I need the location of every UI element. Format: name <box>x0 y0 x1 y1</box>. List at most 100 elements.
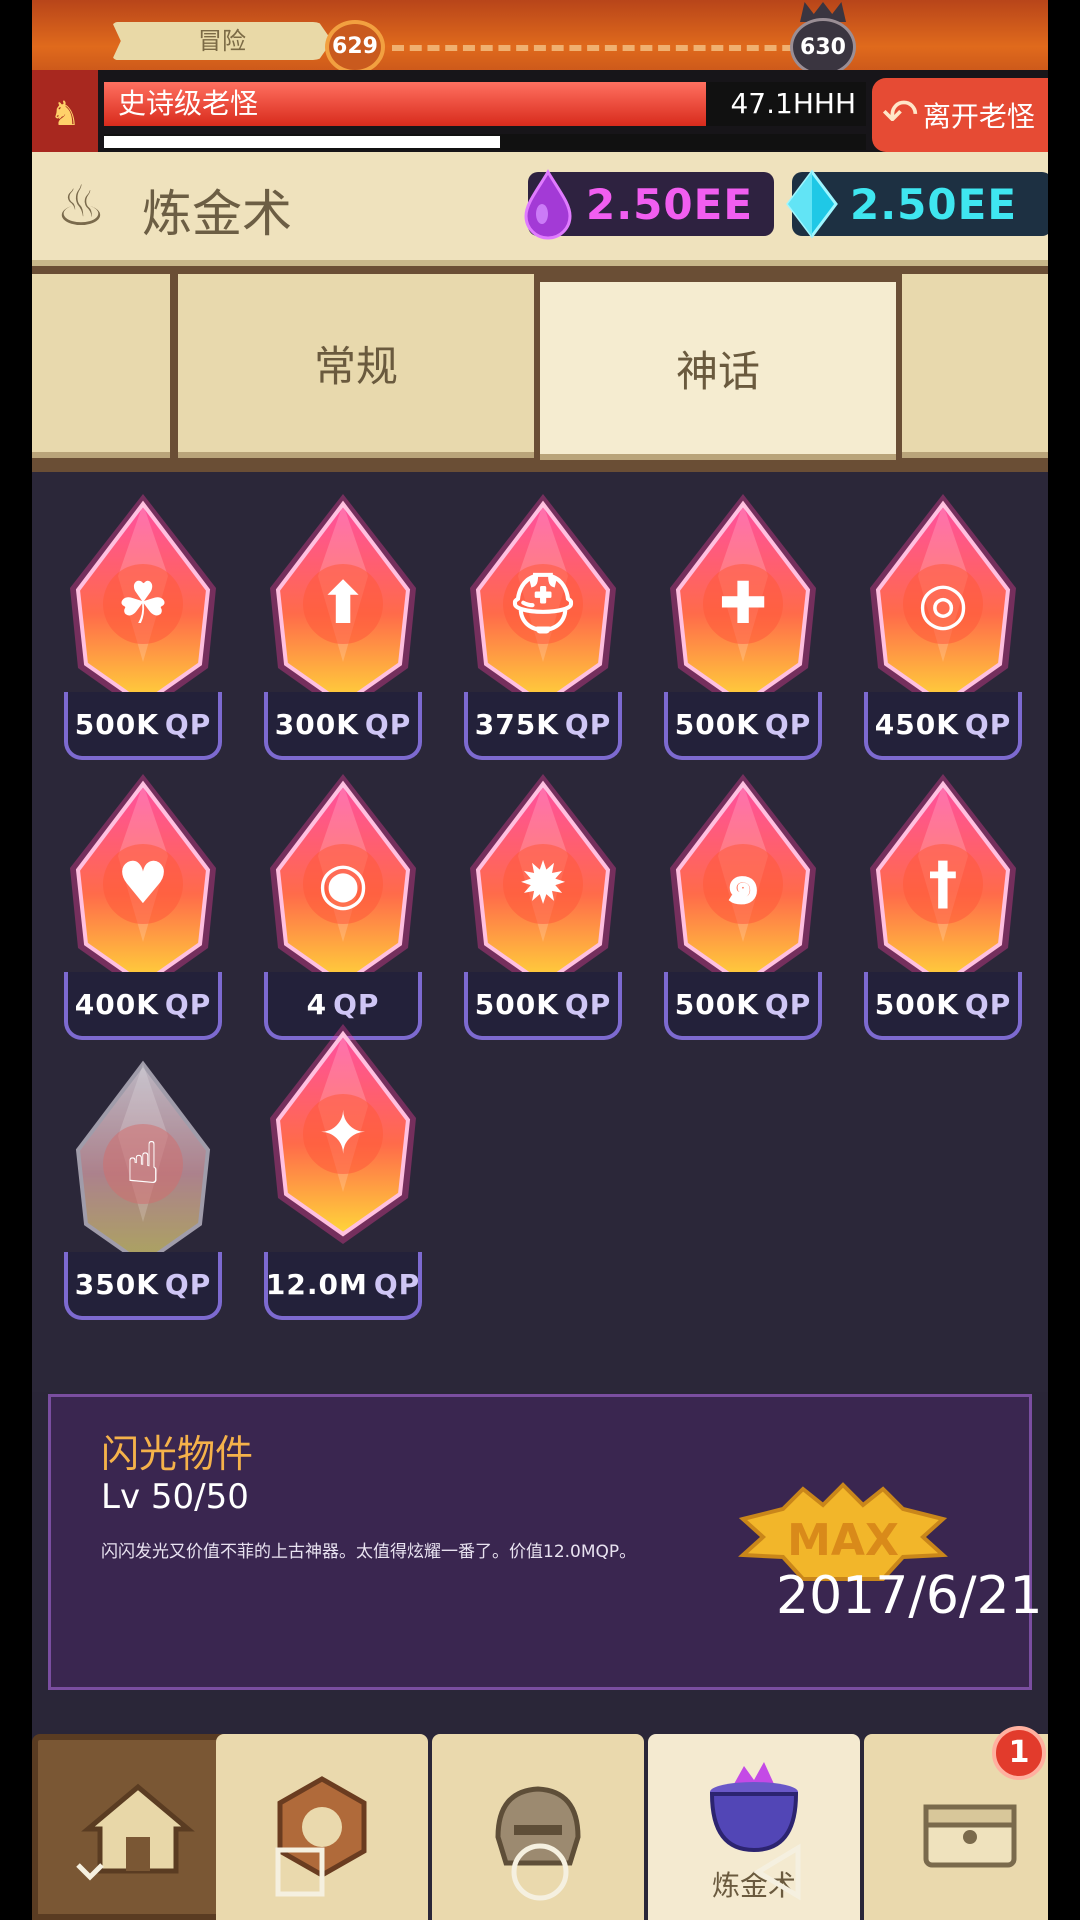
boss-stage-badge: 630 <box>790 18 856 76</box>
boss-avatar: ♞ <box>32 70 98 158</box>
price-value: 500K <box>674 987 759 1021</box>
page-header: ♨ 炼金术 2.50EE 2.50EE <box>32 152 1048 266</box>
tab-right-stub[interactable] <box>902 274 1048 458</box>
cyan-currency-amount: 2.50EE <box>850 179 1018 229</box>
artifact-grid: ☘ 500K QP ⬆ 300K QP ⛑ 375K QP ✚ 500K QP ◎ 450K QP ♥ 400K… <box>32 472 1048 1392</box>
price-unit: QP <box>164 1267 212 1301</box>
boss-timer-fill <box>104 136 501 148</box>
boss-hp-value: 47.1HHH <box>730 87 856 120</box>
nav-heroes[interactable] <box>216 1734 428 1920</box>
helmet-icon: ⛑ <box>506 569 580 637</box>
max-badge-text: MAX <box>787 1515 899 1566</box>
boss-timer-bar <box>104 134 866 150</box>
cyan-currency: 2.50EE <box>786 169 1048 239</box>
up-arrow-icon: ⬆ <box>318 569 368 637</box>
purple-drop-icon <box>524 169 572 240</box>
chest-icon <box>923 1804 1017 1868</box>
artifact-price: 375K QP <box>464 692 622 760</box>
notification-badge: 1 <box>992 1726 1046 1780</box>
artifact-price: 500K QP <box>664 692 822 760</box>
artifact-card[interactable]: ✹ 500K QP <box>458 772 628 1072</box>
pointing-hand-icon: ☝ <box>125 1129 161 1197</box>
price-unit: QP <box>764 707 812 741</box>
current-stage-badge: 629 <box>325 20 385 74</box>
cyan-gem-icon <box>786 169 838 239</box>
cauldron-nav-icon <box>709 1762 799 1853</box>
shield-burst-icon: ✹ <box>518 849 568 917</box>
demon-icon: ♞ <box>49 94 81 134</box>
artifact-price: 350K QP <box>64 1252 222 1320</box>
price-value: 375K <box>474 707 559 741</box>
price-value: 4 <box>306 987 328 1021</box>
helmet-nav-icon <box>495 1786 581 1866</box>
artifact-card[interactable]: ✚ 500K QP <box>658 492 828 792</box>
price-value: 500K <box>874 987 959 1021</box>
artifact-price: 500K QP <box>864 972 1022 1040</box>
artifact-card[interactable]: ⛑ 375K QP <box>458 492 628 792</box>
leave-boss-label: 离开老怪 <box>922 100 1035 133</box>
artifact-card[interactable]: ☘ 500K QP <box>58 492 228 792</box>
price-unit: QP <box>164 707 212 741</box>
artifact-price: 400K QP <box>64 972 222 1040</box>
price-value: 350K <box>74 1267 159 1301</box>
artifact-price: 300K QP <box>264 692 422 760</box>
artifact-card[interactable]: ⬆ 300K QP <box>258 492 428 792</box>
price-value: 500K <box>74 707 159 741</box>
nav-alchemy[interactable]: 炼金术 <box>648 1734 860 1920</box>
game-screen: 冒险 629 630 ♞ 史诗级老怪 47.1HHH ↶ 离开老怪 ♨ 炼金术 <box>32 0 1048 1920</box>
artifact-card[interactable]: ๑ 500K QP <box>658 772 828 1072</box>
price-unit: QP <box>364 707 412 741</box>
price-unit: QP <box>964 987 1012 1021</box>
artifact-card[interactable]: † 500K QP <box>858 772 1028 1072</box>
purple-currency: 2.50EE <box>524 169 774 240</box>
category-tabs: 常规 神话 <box>32 266 1048 472</box>
price-unit: QP <box>764 987 812 1021</box>
artifact-level: Lv 50/50 <box>101 1477 249 1517</box>
return-arrow-icon: ↶ <box>882 89 919 141</box>
tab-normal[interactable]: 常规 <box>178 274 534 458</box>
artifact-card[interactable]: ♥ 400K QP <box>58 772 228 1072</box>
price-unit: QP <box>564 987 612 1021</box>
nav-home[interactable] <box>32 1734 244 1920</box>
artifact-description: 闪闪发光又价值不菲的上古神器。太值得炫耀一番了。价值12.0MQP。 <box>101 1542 637 1562</box>
sparkle-icon: ✦ <box>318 1099 368 1167</box>
stage-progress-bar: 冒险 629 630 <box>32 0 1048 78</box>
artifact-name: 闪光物件 <box>101 1432 254 1476</box>
artifact-price: 500K QP <box>64 692 222 760</box>
stage-track <box>392 45 812 51</box>
tab-myth[interactable]: 神话 <box>540 282 896 460</box>
portal-icon: ◎ <box>917 569 969 637</box>
price-value: 400K <box>74 987 159 1021</box>
artifact-card[interactable]: ✦ 12.0M QP <box>258 1022 428 1322</box>
artifact-card[interactable]: ◎ 450K QP <box>858 492 1028 792</box>
artifact-price: 500K QP <box>464 972 622 1040</box>
leave-boss-button[interactable]: ↶ 离开老怪 <box>872 78 1048 152</box>
nav-equipment[interactable] <box>432 1734 644 1920</box>
tab-left-stub[interactable] <box>32 274 170 458</box>
house-icon <box>81 1783 195 1874</box>
page-title: 炼金术 <box>142 185 292 243</box>
cauldron-icon: ♨ <box>55 174 107 239</box>
sword-icon: † <box>928 849 958 917</box>
artifact-price: 500K QP <box>664 972 822 1040</box>
bottom-nav: 炼金术 <box>32 1726 1048 1920</box>
swirl-icon: ๑ <box>724 849 762 917</box>
price-value: 12.0M <box>265 1267 368 1301</box>
purple-currency-amount: 2.50EE <box>586 179 754 229</box>
artifact-price: 450K QP <box>864 692 1022 760</box>
price-value: 300K <box>274 707 359 741</box>
price-unit: QP <box>333 987 380 1021</box>
price-unit: QP <box>564 707 612 741</box>
price-unit: QP <box>964 707 1012 741</box>
price-unit: QP <box>164 987 212 1021</box>
boss-name: 史诗级老怪 <box>118 87 259 120</box>
artifact-detail-panel: 闪光物件 Lv 50/50 闪闪发光又价值不菲的上古神器。太值得炫耀一番了。价值… <box>48 1394 1032 1690</box>
artifact-price: 12.0M QP <box>264 1252 422 1320</box>
artifact-card[interactable]: ☝ 350K QP <box>58 1052 228 1352</box>
boss-hp-bar: 史诗级老怪 47.1HHH <box>104 82 866 126</box>
price-value: 500K <box>474 987 559 1021</box>
screenshot-timestamp: 2017/6/21 <box>776 1566 1043 1626</box>
price-value: 500K <box>674 707 759 741</box>
nav-alchemy-label: 炼金术 <box>711 1869 796 1902</box>
coins-icon: ◉ <box>317 849 369 917</box>
